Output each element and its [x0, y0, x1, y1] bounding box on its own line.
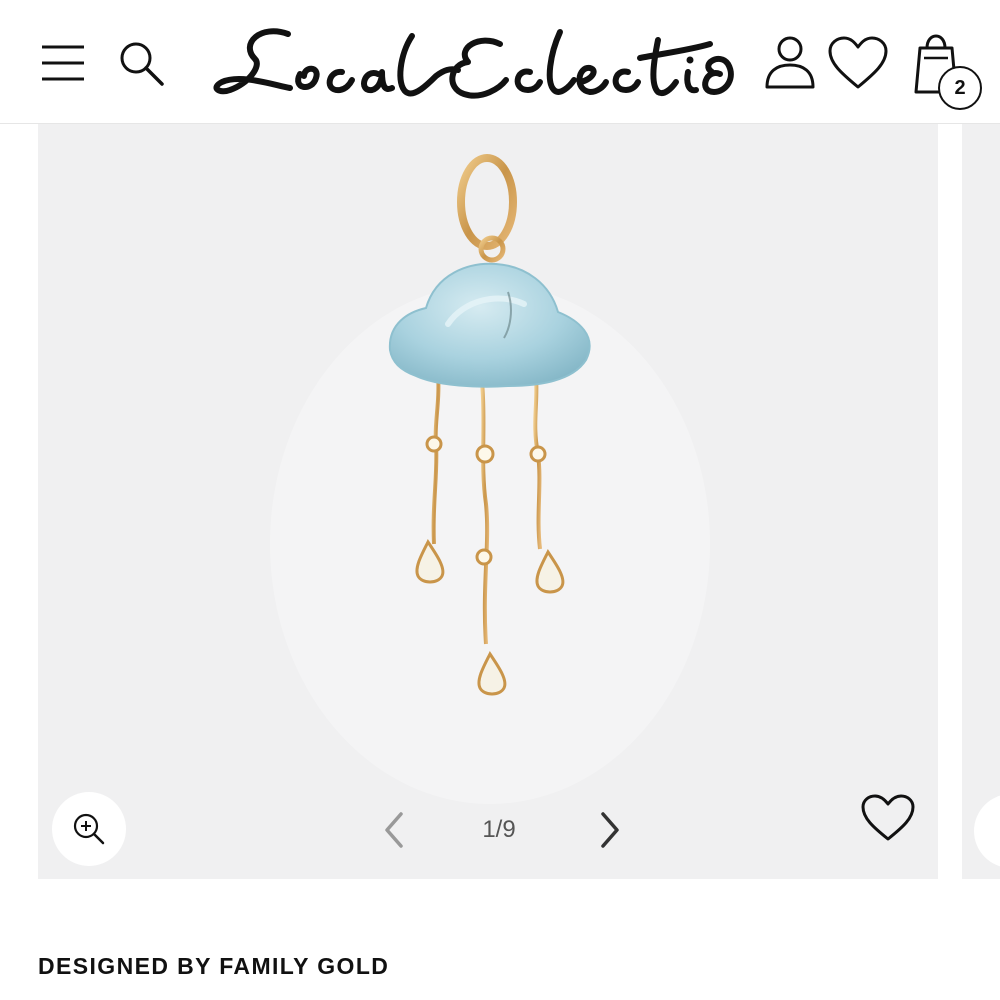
add-to-wishlist-button[interactable] [856, 788, 920, 848]
zoom-button[interactable] [974, 794, 1000, 868]
designer-line: DESIGNED BY FAMILY GOLD [38, 953, 390, 979]
account-button[interactable] [760, 32, 820, 94]
next-product-card-peek[interactable] [962, 124, 1000, 879]
previous-image-button[interactable] [374, 806, 414, 854]
brand-logo[interactable]: Local Eclectic [200, 14, 745, 114]
heart-icon [828, 36, 888, 89]
product-image [38, 124, 938, 879]
search-icon [120, 42, 164, 86]
zoom-in-icon [73, 813, 105, 845]
chevron-left-icon [385, 812, 403, 848]
heart-icon [861, 794, 915, 841]
chevron-right-icon [601, 812, 619, 848]
account-icon [765, 36, 815, 89]
product-gallery[interactable]: 1/9 [38, 124, 938, 879]
menu-button[interactable] [36, 38, 90, 88]
wishlist-button[interactable] [826, 32, 890, 94]
image-pager: 1/9 [482, 816, 516, 843]
search-button[interactable] [114, 36, 170, 92]
menu-icon [42, 45, 84, 81]
zoom-button[interactable] [52, 792, 126, 866]
brand-logo-script: Local Eclectic [213, 28, 734, 99]
cart-count-badge[interactable]: 2 [938, 66, 982, 110]
next-image-button[interactable] [590, 806, 630, 854]
site-header: Local Eclectic [0, 0, 1000, 124]
